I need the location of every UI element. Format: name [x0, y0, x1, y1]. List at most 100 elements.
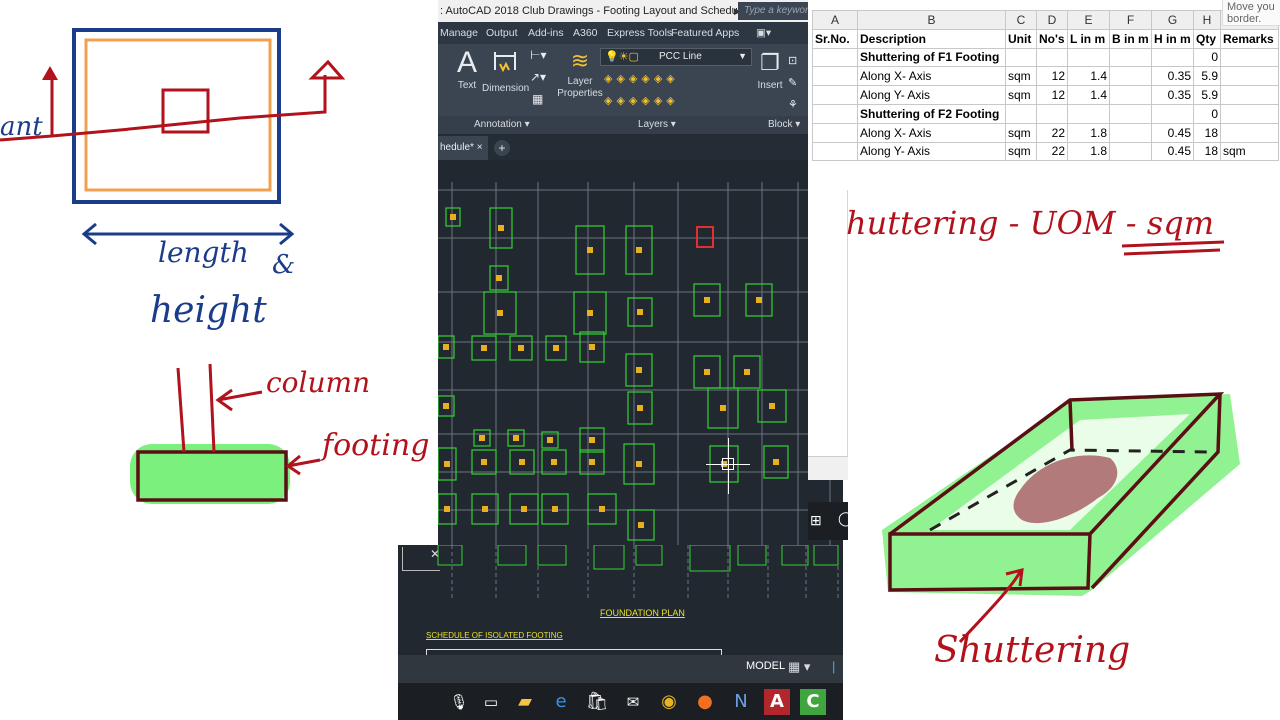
close-tab-icon[interactable]: ×	[477, 142, 483, 153]
table-cell[interactable]	[1036, 103, 1068, 124]
model-space-button[interactable]: MODEL	[746, 660, 785, 672]
layer-properties-button[interactable]: ≋ Layer Properties	[556, 46, 604, 110]
col-header-d[interactable]: D	[1036, 10, 1068, 30]
drawing-canvas-lower[interactable]: ✕ FOUNDATION PLAN SCHEDULE OF ISOLATED F…	[398, 545, 843, 655]
table-cell[interactable]	[1109, 85, 1152, 105]
table-cell[interactable]: sqm	[1005, 122, 1037, 143]
dimension-tool-button[interactable]: Dimension	[482, 46, 529, 102]
text-tool-button[interactable]: A Text	[454, 46, 480, 102]
panel-layers[interactable]: Layers ▾	[638, 116, 676, 134]
file-explorer-icon[interactable]: ▰	[512, 689, 538, 715]
table-cell[interactable]: sqm	[1005, 85, 1037, 105]
table-cell[interactable]	[1109, 103, 1152, 124]
table-cell[interactable]	[812, 141, 858, 162]
table-cell[interactable]: 5.9	[1193, 85, 1221, 105]
windows-start-icon[interactable]: ⊞	[810, 512, 822, 529]
camtasia-icon[interactable]: C	[800, 689, 826, 715]
col-header-c[interactable]: C	[1005, 10, 1037, 30]
header-cell[interactable]: Unit	[1005, 28, 1037, 49]
table-cell[interactable]: 12	[1036, 66, 1068, 87]
ribbon-options-icon[interactable]: ▣▾	[756, 22, 771, 44]
header-cell[interactable]: H in m	[1151, 28, 1194, 49]
table-cell[interactable]	[1109, 141, 1152, 162]
table-cell[interactable]: 1.8	[1067, 141, 1110, 162]
table-cell[interactable]	[1220, 103, 1279, 124]
tab-featured-apps[interactable]: Featured Apps	[671, 22, 739, 44]
table-icon[interactable]: ▦	[532, 92, 543, 106]
table-cell[interactable]	[1067, 103, 1110, 124]
grid-toggle-icon[interactable]: ▦ ▾	[788, 659, 810, 675]
table-cell[interactable]: Along X- Axis	[857, 66, 1006, 87]
new-tab-button[interactable]: +	[494, 140, 510, 156]
multileader-icon[interactable]: ↗▾	[530, 70, 546, 84]
table-cell[interactable]: 0.35	[1151, 85, 1194, 105]
block-tools-icons[interactable]: ⊡ ✎ ⚘	[788, 50, 806, 116]
onenote-icon[interactable]: N	[728, 689, 754, 715]
header-cell[interactable]: No's	[1036, 28, 1068, 49]
table-cell[interactable]	[1109, 66, 1152, 87]
search-circle-icon[interactable]: ◯	[838, 510, 854, 527]
mail-icon[interactable]: ✉	[620, 689, 646, 715]
table-cell[interactable]	[1220, 85, 1279, 105]
tab-a360[interactable]: A360	[573, 22, 598, 44]
col-header-f[interactable]: F	[1109, 10, 1152, 30]
drawing-canvas[interactable]	[438, 160, 843, 545]
table-cell[interactable]	[1109, 47, 1152, 68]
table-cell[interactable]	[1151, 47, 1194, 68]
insert-button[interactable]: ❐ Insert	[756, 46, 784, 106]
header-cell[interactable]: Qty	[1193, 28, 1221, 49]
header-cell[interactable]: B in m	[1109, 28, 1152, 49]
task-view-icon[interactable]: ▭	[478, 689, 504, 715]
header-cell[interactable]: Sr.No.	[812, 28, 858, 49]
table-cell[interactable]: 5.9	[1193, 66, 1221, 87]
layer-dropdown[interactable]: 💡☀▢ PCC Line ▼	[600, 48, 752, 66]
table-cell[interactable]: 0	[1193, 103, 1221, 124]
panel-annotation[interactable]: Annotation ▾	[474, 116, 530, 134]
tab-output[interactable]: Output	[486, 22, 518, 44]
table-cell[interactable]: Shuttering of F1 Footing	[857, 47, 1006, 68]
table-cell[interactable]: 22	[1036, 122, 1068, 143]
table-cell[interactable]: 0.35	[1151, 66, 1194, 87]
autocad-search-input[interactable]: Type a keyword or	[738, 2, 808, 20]
col-header-b[interactable]: B	[857, 10, 1006, 30]
table-cell[interactable]	[812, 47, 858, 68]
excel-horizontal-scrollbar[interactable]	[808, 456, 848, 480]
store-icon[interactable]: 🛍	[584, 689, 610, 715]
table-cell[interactable]: 18	[1193, 141, 1221, 162]
table-cell[interactable]	[812, 85, 858, 105]
table-cell[interactable]: 1.8	[1067, 122, 1110, 143]
table-cell[interactable]: Along X- Axis	[857, 122, 1006, 143]
table-cell[interactable]	[1005, 47, 1037, 68]
table-cell[interactable]	[1151, 103, 1194, 124]
header-cell[interactable]: Description	[857, 28, 1006, 49]
table-cell[interactable]: 12	[1036, 85, 1068, 105]
table-cell[interactable]	[812, 66, 858, 87]
header-cell[interactable]: L in m	[1067, 28, 1110, 49]
chrome-icon[interactable]: ◉	[656, 689, 682, 715]
table-cell[interactable]	[1005, 103, 1037, 124]
col-header-h[interactable]: H	[1193, 10, 1221, 30]
table-cell[interactable]	[812, 122, 858, 143]
panel-block[interactable]: Block ▾	[768, 116, 800, 134]
col-header-a[interactable]: A	[812, 10, 858, 30]
status-extra-icon[interactable]: |	[832, 659, 835, 674]
table-cell[interactable]	[1220, 66, 1279, 87]
col-header-g[interactable]: G	[1151, 10, 1194, 30]
layer-tools-row-2[interactable]: ◈◈◈◈◈◈	[604, 94, 679, 107]
tab-express-tools[interactable]: Express Tools	[607, 22, 672, 44]
table-cell[interactable]: 0.45	[1151, 141, 1194, 162]
header-cell[interactable]: Remarks	[1220, 28, 1279, 49]
table-cell[interactable]: 1.4	[1067, 66, 1110, 87]
table-cell[interactable]	[1067, 47, 1110, 68]
table-cell[interactable]: 0	[1193, 47, 1221, 68]
table-cell[interactable]: sqm	[1005, 141, 1037, 162]
edge-icon[interactable]: e	[548, 689, 574, 715]
tab-add-ins[interactable]: Add-ins	[528, 22, 564, 44]
microphone-icon[interactable]: 🎙	[446, 689, 472, 715]
table-cell[interactable]: 22	[1036, 141, 1068, 162]
layer-tools-row-1[interactable]: ◈◈◈◈◈◈	[604, 72, 679, 85]
table-cell[interactable]: Shuttering of F2 Footing	[857, 103, 1006, 124]
table-cell[interactable]	[1220, 122, 1279, 143]
table-cell[interactable]: sqm	[1005, 66, 1037, 87]
autocad-taskbar-icon[interactable]: A	[764, 689, 790, 715]
